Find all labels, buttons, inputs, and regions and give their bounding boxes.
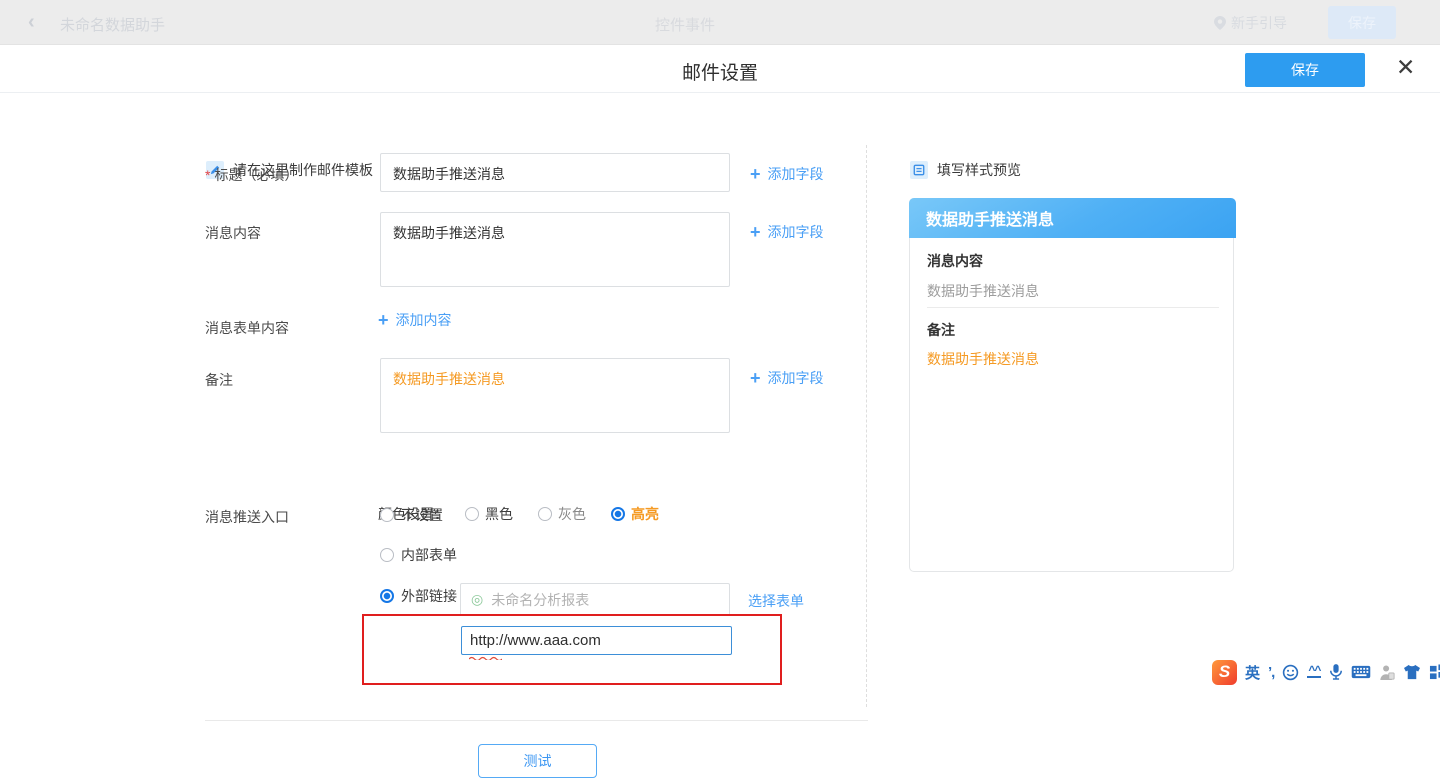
radio-icon — [380, 508, 394, 522]
modal-title: 邮件设置 — [0, 58, 1440, 85]
add-content-link[interactable]: + 添加内容 — [378, 310, 452, 330]
preview-field-label: 备注 — [927, 320, 955, 340]
preview-field-value: 数据助手推送消息 — [927, 281, 1039, 301]
radio-option-highlight[interactable]: 高亮 — [611, 504, 659, 524]
internal-form-value: 未命名分析报表 — [491, 590, 589, 610]
preview-header-row: 填写样式预览 — [910, 160, 1021, 180]
preview-divider — [927, 307, 1219, 308]
ime-toolbar: S 英 ’, ^^ — [1212, 657, 1440, 687]
skin-icon[interactable] — [1403, 664, 1421, 680]
app-title: 未命名数据助手 — [60, 14, 165, 35]
content-textarea[interactable]: 数据助手推送消息 — [380, 212, 730, 287]
add-field-link-remark[interactable]: + 添加字段 — [750, 368, 824, 388]
radio-checked-icon — [380, 589, 394, 603]
preview-field-value: 数据助手推送消息 — [927, 349, 1039, 369]
modal-header: 邮件设置 保存 ✕ — [0, 45, 1440, 93]
form-preview-icon — [910, 161, 928, 179]
preview-field-label: 消息内容 — [927, 251, 983, 271]
radio-icon — [465, 507, 479, 521]
add-field-link-content[interactable]: + 添加字段 — [750, 222, 824, 242]
title-input[interactable]: 数据助手推送消息 — [380, 153, 730, 192]
internal-form-input[interactable]: ◎ 未命名分析报表 — [460, 583, 730, 616]
preview-card-title: 数据助手推送消息 — [909, 198, 1236, 238]
plus-icon: + — [378, 313, 389, 327]
keyboard-icon[interactable] — [1351, 665, 1371, 679]
location-pin-icon — [1214, 16, 1226, 30]
add-field-link-title[interactable]: + 添加字段 — [750, 164, 824, 184]
topbar: ‹ 未命名数据助手 控件事件 新手引导 保存 — [0, 0, 1440, 45]
preview-card: 数据助手推送消息 消息内容 数据助手推送消息 备注 数据助手推送消息 — [909, 198, 1234, 572]
plus-icon: + — [750, 225, 761, 239]
remark-field-label: 备注 — [205, 370, 233, 390]
radio-icon — [380, 548, 394, 562]
radio-option-black[interactable]: 黑色 — [465, 504, 513, 524]
form-preview-divider — [866, 145, 867, 707]
plus-icon: + — [750, 371, 761, 385]
radio-option-grey[interactable]: 灰色 — [538, 504, 586, 524]
radio-option-none[interactable]: 不设置 — [380, 505, 443, 525]
save-button[interactable]: 保存 — [1245, 53, 1365, 87]
sogou-logo-icon[interactable]: S — [1212, 660, 1237, 685]
toolbox-grid-icon[interactable] — [1429, 664, 1440, 680]
form-content-label: 消息表单内容 — [205, 318, 289, 338]
guide-link[interactable]: 新手引导 — [1214, 13, 1287, 33]
punctuation-icon[interactable]: ’, — [1268, 664, 1274, 681]
required-mark: * — [205, 167, 210, 183]
remark-textarea[interactable]: 数据助手推送消息 — [380, 358, 730, 433]
radio-option-internal-form[interactable]: 内部表单 — [380, 545, 457, 565]
entry-setting-label: 消息推送入口 — [205, 507, 289, 527]
title-field-label: *标题（必填） — [205, 165, 298, 185]
handwriting-icon[interactable] — [1379, 664, 1395, 681]
test-button[interactable]: 测试 — [478, 744, 597, 778]
plus-icon: + — [750, 167, 761, 181]
topbar-save-button[interactable]: 保存 — [1328, 6, 1396, 39]
target-icon: ◎ — [471, 591, 483, 608]
expression-icon[interactable]: ^^ — [1307, 666, 1321, 678]
guide-label: 新手引导 — [1231, 13, 1287, 33]
preview-header-label: 填写样式预览 — [937, 160, 1021, 180]
email-settings-modal: 邮件设置 保存 ✕ 请在这里制作邮件模板 *标题（必填） 数据助手推送消息 + … — [0, 45, 1440, 757]
tab-widget-events[interactable]: 控件事件 — [655, 14, 715, 35]
radio-checked-icon — [611, 507, 625, 521]
microphone-icon[interactable] — [1329, 663, 1343, 681]
smiley-icon[interactable] — [1282, 664, 1299, 681]
form-bottom-divider — [205, 720, 868, 721]
back-icon[interactable]: ‹ — [28, 11, 35, 34]
annotation-highlight-box — [362, 614, 782, 685]
ime-language-toggle[interactable]: 英 — [1245, 662, 1260, 683]
content-field-label: 消息内容 — [205, 223, 261, 243]
radio-icon — [538, 507, 552, 521]
radio-option-external-link[interactable]: 外部链接 — [380, 586, 457, 606]
choose-form-link[interactable]: 选择表单 — [748, 591, 804, 611]
close-icon[interactable]: ✕ — [1396, 54, 1415, 81]
